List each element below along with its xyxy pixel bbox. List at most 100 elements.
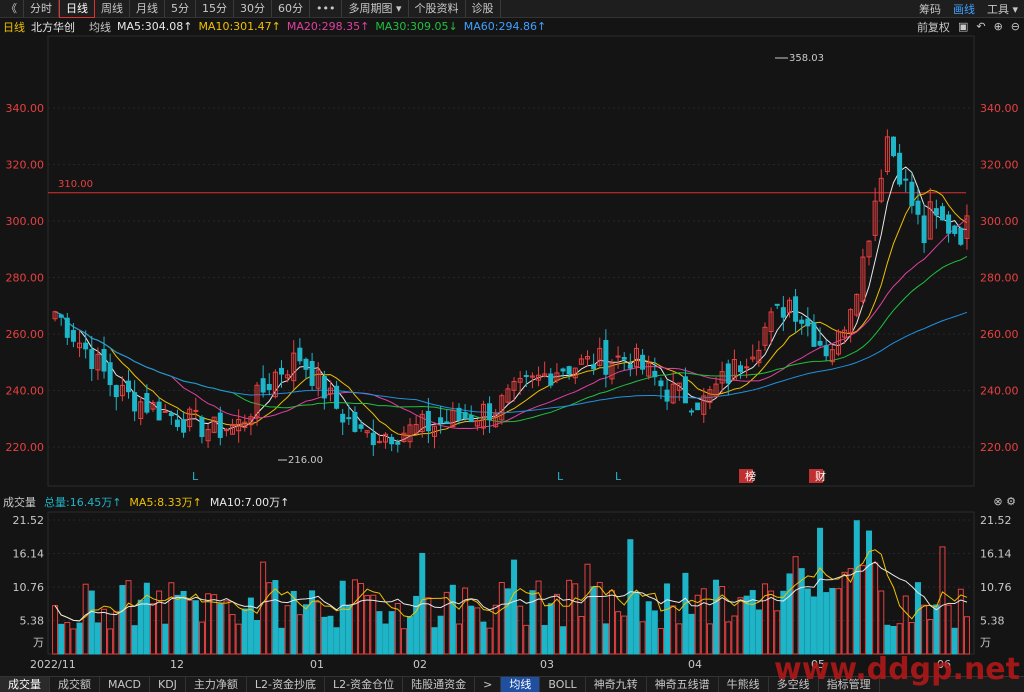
- candle-body: [168, 412, 174, 417]
- volume-bar: [939, 546, 946, 655]
- volume-bar: [425, 597, 432, 655]
- date-tick-label: 12: [170, 658, 184, 671]
- volume-bar: [841, 571, 848, 655]
- volume-bar: [113, 610, 120, 655]
- tab-five-lines[interactable]: 神奇五线谱: [647, 677, 719, 692]
- tab-macd[interactable]: MACD: [100, 677, 150, 692]
- candle-body: [799, 319, 805, 324]
- volume-bar: [376, 611, 383, 655]
- candle-body: [658, 380, 664, 387]
- volume-bar: [633, 591, 640, 655]
- volume-bar: [896, 623, 903, 655]
- volume-bar: [327, 615, 334, 655]
- candle-body: [603, 340, 609, 375]
- volume-bar: [523, 624, 530, 655]
- candle-body: [823, 345, 829, 357]
- candle-body: [174, 419, 180, 427]
- volume-bar: [315, 601, 322, 655]
- volume-bar: [596, 581, 603, 655]
- tab-l2-bottom[interactable]: L2-资金抄底: [247, 677, 326, 692]
- volume-bar: [786, 573, 793, 655]
- tab-scroll-right[interactable]: >: [475, 677, 502, 692]
- ma10-line: [54, 189, 968, 437]
- volume-bar: [205, 593, 212, 655]
- volume-bar: [737, 597, 744, 655]
- candle-body: [444, 421, 450, 424]
- volume-bar: [553, 593, 560, 655]
- tab-turnover[interactable]: 成交额: [50, 677, 100, 692]
- tab-volume[interactable]: 成交量: [0, 677, 50, 692]
- volume-bar: [364, 595, 371, 655]
- volume-bar: [957, 588, 964, 655]
- tab-kdj[interactable]: KDJ: [150, 677, 186, 692]
- close-icon[interactable]: ⊗: [993, 495, 1002, 508]
- volume-bar: [413, 595, 420, 655]
- volume-tick-label: 5.38: [20, 615, 45, 628]
- volume-total: 总量:16.45万↑: [44, 496, 122, 509]
- volume-bar: [480, 621, 487, 655]
- candle-body: [132, 392, 138, 412]
- candle-body: [395, 442, 401, 445]
- tab-northbound[interactable]: 陆股通资金: [403, 677, 476, 692]
- volume-bar: [878, 590, 885, 655]
- candle-body: [695, 402, 701, 411]
- candle-body: [817, 340, 823, 346]
- price-tick-label: 280.00: [6, 272, 45, 285]
- volume-bar: [333, 627, 340, 655]
- settings-icon[interactable]: ⚙: [1006, 495, 1016, 508]
- price-tick-label: 300.00: [980, 215, 1019, 228]
- volume-bar: [810, 596, 817, 655]
- candle-body: [903, 178, 909, 181]
- candle-body: [640, 354, 646, 370]
- tab-main-net[interactable]: 主力净额: [186, 677, 247, 692]
- tab-ma[interactable]: 均线: [501, 677, 541, 692]
- candle-body: [548, 373, 554, 386]
- volume-bar: [131, 625, 138, 655]
- kline-chart[interactable]: 310.00 340.00 340.00 320.00 320.00 300.00 300…: [0, 0, 1024, 691]
- candle-body: [297, 347, 303, 362]
- tab-bull-bear[interactable]: 牛熊线: [719, 677, 769, 692]
- candle-body: [89, 349, 95, 370]
- volume-bar: [688, 613, 695, 655]
- volume-bar: [498, 582, 505, 655]
- price-tick-label: 320.00: [6, 159, 45, 172]
- candle-body: [107, 362, 113, 386]
- volume-bar: [504, 588, 511, 655]
- candle-body: [952, 225, 958, 234]
- candle-body: [811, 322, 817, 347]
- volume-bar: [88, 590, 95, 655]
- chart-marker: 榜: [745, 469, 756, 483]
- volume-bar: [407, 616, 414, 655]
- volume-bar: [351, 579, 358, 655]
- candle-body: [738, 365, 743, 373]
- volume-tick-label: 21.52: [13, 514, 45, 527]
- volume-bar: [345, 604, 352, 655]
- volume-bar: [162, 623, 169, 655]
- moving-average-lines: [54, 166, 968, 443]
- candle-body: [334, 385, 340, 409]
- candle-body: [689, 410, 695, 413]
- volume-bar: [608, 590, 615, 655]
- volume-tick-label: 10.76: [13, 581, 45, 594]
- tab-l2-position[interactable]: L2-资金仓位: [325, 677, 404, 692]
- volume-bar: [859, 565, 866, 655]
- high-price-label: 358.03: [789, 53, 824, 64]
- tab-nine-turn[interactable]: 神奇九转: [586, 677, 647, 692]
- volume-bar: [547, 603, 554, 655]
- low-price-label: 216.00: [288, 455, 323, 466]
- price-tick-label: 240.00: [6, 385, 45, 398]
- price-tick-label: 300.00: [6, 215, 45, 228]
- volume-bar: [884, 624, 891, 655]
- price-tick-label: 320.00: [980, 159, 1019, 172]
- volume-bar: [615, 611, 622, 655]
- candle-body: [279, 367, 284, 375]
- tab-boll[interactable]: BOLL: [540, 677, 586, 692]
- volume-bar: [339, 580, 346, 655]
- candle-body: [933, 208, 939, 216]
- volume-bar: [890, 626, 897, 655]
- volume-bar: [370, 594, 377, 655]
- volume-bar: [694, 594, 701, 655]
- volume-bar: [443, 591, 450, 655]
- candle-body: [793, 296, 799, 322]
- volume-bar: [529, 590, 536, 655]
